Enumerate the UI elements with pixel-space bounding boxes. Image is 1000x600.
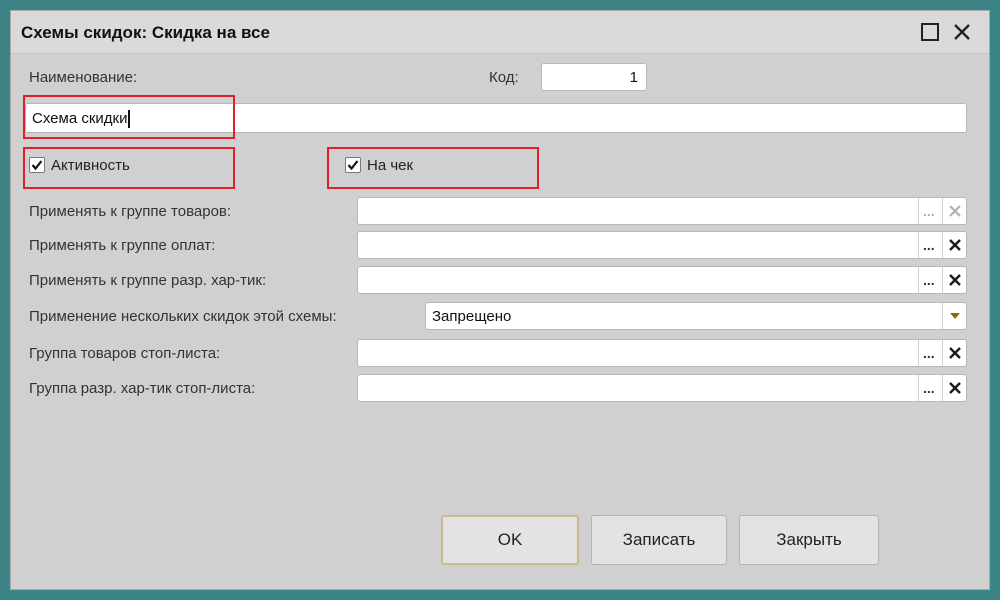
stoplist-characteristics-group-field[interactable]: ... xyxy=(357,374,967,402)
select-button[interactable]: ... xyxy=(918,267,942,293)
chevron-down-icon xyxy=(950,313,960,319)
product-group-label: Применять к группе товаров: xyxy=(29,203,232,220)
select-button[interactable]: ... xyxy=(918,375,942,401)
code-label: Код: xyxy=(489,69,519,86)
clear-icon xyxy=(949,382,961,394)
characteristics-group-label: Применять к группе разр. хар-тик: xyxy=(29,272,267,289)
payment-group-label: Применять к группе оплат: xyxy=(29,237,216,254)
close-button[interactable]: Закрыть xyxy=(739,515,879,565)
clear-icon xyxy=(949,205,961,217)
dropdown-button[interactable] xyxy=(942,303,966,329)
highlight-active xyxy=(23,147,235,189)
maximize-icon[interactable] xyxy=(919,21,941,43)
window-title: Схемы скидок: Скидка на все xyxy=(21,23,270,42)
highlight-receipt xyxy=(327,147,539,189)
highlight-name xyxy=(23,95,235,139)
close-icon[interactable] xyxy=(951,21,973,43)
select-button[interactable]: ... xyxy=(918,340,942,366)
payment-group-field[interactable]: ... xyxy=(357,231,967,259)
clear-icon xyxy=(949,239,961,251)
code-value: 1 xyxy=(629,69,638,86)
stoplist-product-group-label: Группа товаров стоп-листа: xyxy=(29,345,221,362)
stoplist-product-group-field[interactable]: ... xyxy=(357,339,967,367)
multiple-discounts-value: Запрещено xyxy=(432,308,512,325)
stoplist-characteristics-group-label: Группа разр. хар-тик стоп-листа: xyxy=(29,380,256,397)
select-button[interactable]: ... xyxy=(918,198,942,224)
multiple-discounts-select[interactable]: Запрещено xyxy=(425,302,967,330)
select-button[interactable]: ... xyxy=(918,232,942,258)
dialog-window: Схемы скидок: Скидка на все Наименование… xyxy=(10,10,990,590)
multiple-discounts-label: Применение нескольких скидок этой схемы: xyxy=(29,308,337,325)
code-field[interactable]: 1 xyxy=(541,63,647,91)
clear-icon xyxy=(949,274,961,286)
title-bar: Схемы скидок: Скидка на все xyxy=(11,11,989,54)
clear-button[interactable] xyxy=(942,232,966,258)
clear-button[interactable] xyxy=(942,198,966,224)
clear-button[interactable] xyxy=(942,340,966,366)
name-label: Наименование: xyxy=(29,69,138,86)
save-button[interactable]: Записать xyxy=(591,515,727,565)
characteristics-group-field[interactable]: ... xyxy=(357,266,967,294)
product-group-field[interactable]: ... xyxy=(357,197,967,225)
clear-button[interactable] xyxy=(942,267,966,293)
clear-icon xyxy=(949,347,961,359)
clear-button[interactable] xyxy=(942,375,966,401)
ok-button[interactable]: OK xyxy=(441,515,579,565)
